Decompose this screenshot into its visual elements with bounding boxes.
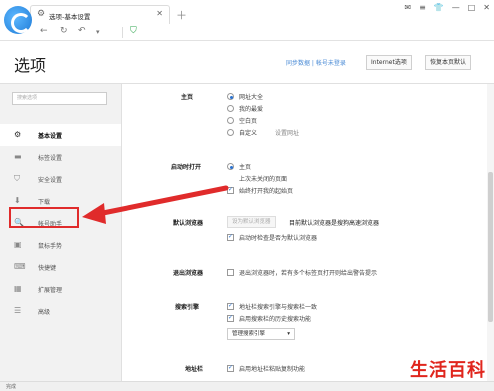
window-controls: ✉ ≡ 👕 — □ ✕ bbox=[404, 3, 490, 12]
address-bar-label: 地址栏 bbox=[185, 366, 204, 373]
manage-search-label: 管理搜索引擎 bbox=[232, 331, 266, 337]
maximize-icon[interactable]: □ bbox=[468, 3, 476, 12]
menu-icon[interactable]: ≡ bbox=[419, 3, 426, 12]
startup-option-2: 上次未关闭的页面 bbox=[239, 176, 288, 183]
sidebar-item-advanced[interactable]: ☰ 高级 bbox=[0, 300, 121, 322]
list-icon: ☰ bbox=[14, 306, 22, 315]
home-radio-3[interactable] bbox=[227, 117, 234, 124]
home-section-label: 主页 bbox=[181, 94, 194, 101]
back-icon[interactable]: ← bbox=[40, 26, 48, 36]
sidebar-item-security[interactable]: ⛉ 安全设置 bbox=[0, 168, 121, 190]
minimize-icon[interactable]: — bbox=[452, 3, 460, 12]
navigation-bar: ← ↻ ↶ ▾ ⛉ bbox=[0, 24, 494, 41]
restore-defaults-button[interactable]: 恢复本页默认 bbox=[425, 55, 472, 70]
sidebar-item-label: 下载 bbox=[38, 199, 51, 206]
tab-settings[interactable]: ⚙ 选项-基本设置 ✕ bbox=[30, 5, 170, 24]
default-browser-status: 目前默认浏览器是搜狗高速浏览器 bbox=[289, 220, 380, 227]
search-engine-label: 搜索引擎 bbox=[175, 304, 200, 311]
watermark: 生活百科 bbox=[410, 360, 486, 381]
home-radio-4[interactable] bbox=[227, 129, 234, 136]
chevron-down-icon: ▾ bbox=[287, 331, 290, 337]
sidebar-item-label: 鼠标手势 bbox=[38, 243, 63, 250]
exit-warning-label: 退出浏览器时，若有多个标签页打开则给出警告提示 bbox=[239, 270, 378, 277]
sidebar-item-mouse-gestures[interactable]: ▣ 鼠标手势 bbox=[0, 234, 121, 256]
sidebar-item-extensions[interactable]: ▦ 扩展管理 bbox=[0, 278, 121, 300]
close-window-icon[interactable]: ✕ bbox=[483, 3, 490, 12]
home-option-2: 我的最爱 bbox=[239, 106, 264, 113]
sidebar-item-shortcuts[interactable]: ⌨ 快捷键 bbox=[0, 256, 121, 278]
chevron-down-icon[interactable]: ▾ bbox=[96, 28, 100, 36]
keyboard-icon: ⌨ bbox=[14, 262, 26, 271]
sidebar-item-label: 高级 bbox=[38, 309, 51, 316]
startup-option-1: 主页 bbox=[239, 164, 252, 171]
tab-title: 选项-基本设置 bbox=[49, 13, 91, 21]
manage-search-dropdown[interactable]: 管理搜索引擎 ▾ bbox=[227, 328, 295, 340]
exit-browser-label: 退出浏览器 bbox=[173, 270, 204, 277]
sync-data-link[interactable]: 同步数据 | 帐号未登录 bbox=[286, 58, 346, 67]
startup-section-label: 启动时打开 bbox=[171, 164, 202, 171]
shield-icon: ⛉ bbox=[14, 174, 20, 183]
sidebar-item-label: 扩展管理 bbox=[38, 287, 63, 294]
browser-logo bbox=[4, 6, 32, 34]
page-header: 选项 同步数据 | 帐号未登录 Internet选项 恢复本页默认 bbox=[0, 41, 494, 84]
sidebar-item-tab-settings[interactable]: ▬ 标签设置 bbox=[0, 146, 121, 168]
sidebar-item-label: 安全设置 bbox=[38, 177, 63, 184]
internet-options-button[interactable]: Internet选项 bbox=[366, 55, 412, 70]
settings-content: 主页 网址大全 我的最爱 空白页 自定义 设置网址 启动时打开 主页 上次未关闭… bbox=[123, 84, 487, 381]
puzzle-icon: ▦ bbox=[14, 284, 22, 293]
status-bar: 完成 bbox=[0, 381, 494, 391]
new-tab-icon[interactable]: ＋ bbox=[176, 7, 187, 23]
search-sync-checkbox[interactable] bbox=[227, 302, 234, 310]
close-tab-icon[interactable]: ✕ bbox=[156, 9, 163, 18]
sidebar-item-label: 标签设置 bbox=[38, 155, 63, 162]
search-sync-label: 地址栏搜索引擎与搜索栏一致 bbox=[239, 304, 318, 311]
page-title: 选项 bbox=[14, 56, 47, 75]
search-history-label: 启用搜索栏的历史搜索功能 bbox=[239, 316, 312, 323]
default-browser-label: 默认浏览器 bbox=[173, 220, 204, 227]
sidebar-item-label: 快捷键 bbox=[38, 265, 57, 272]
scrollbar[interactable] bbox=[487, 84, 494, 381]
startup-radio-1[interactable] bbox=[227, 163, 234, 170]
address-paste-checkbox[interactable] bbox=[227, 364, 234, 372]
check-default-checkbox[interactable] bbox=[227, 233, 234, 241]
skin-icon[interactable]: 👕 bbox=[434, 3, 444, 12]
nav-divider bbox=[122, 27, 123, 38]
undo-icon[interactable]: ↶ bbox=[78, 26, 86, 36]
settings-sidebar: 搜索选项 ⚙ 基本设置 ▬ 标签设置 ⛉ 安全设置 ⬇ 下载 🔍 帐号助手 ▣ … bbox=[0, 84, 122, 381]
home-option-3: 空白页 bbox=[239, 118, 258, 125]
search-history-checkbox[interactable] bbox=[227, 314, 234, 322]
gear-icon: ⚙ bbox=[14, 130, 22, 139]
exit-warning-checkbox[interactable] bbox=[227, 269, 234, 276]
refresh-icon[interactable]: ↻ bbox=[60, 26, 68, 36]
set-default-button[interactable]: 设为默认浏览器 bbox=[227, 216, 276, 228]
scroll-thumb[interactable] bbox=[488, 172, 493, 322]
mail-icon[interactable]: ✉ bbox=[404, 3, 411, 12]
download-icon: ⬇ bbox=[14, 196, 21, 205]
gear-icon: ⚙ bbox=[37, 9, 46, 19]
highlight-box bbox=[9, 207, 79, 228]
search-input[interactable]: 搜索选项 bbox=[12, 92, 107, 105]
always-open-label: 始终打开我的起始页 bbox=[239, 188, 294, 195]
check-default-label: 启动时检查是否为默认浏览器 bbox=[239, 235, 318, 242]
status-text: 完成 bbox=[6, 384, 17, 390]
always-open-checkbox[interactable] bbox=[227, 186, 234, 194]
sidebar-item-basic-settings[interactable]: ⚙ 基本设置 bbox=[0, 124, 121, 146]
tab-icon: ▬ bbox=[14, 152, 22, 161]
home-option-4: 自定义 bbox=[239, 130, 258, 137]
address-paste-label: 启用地址栏粘贴复制功能 bbox=[239, 366, 306, 373]
home-option-1: 网址大全 bbox=[239, 94, 264, 101]
sidebar-item-label: 基本设置 bbox=[38, 133, 63, 140]
title-bar: ⚙ 选项-基本设置 ✕ ＋ ✉ ≡ 👕 — □ ✕ bbox=[0, 0, 494, 24]
set-url-link[interactable]: 设置网址 bbox=[275, 128, 299, 137]
mouse-icon: ▣ bbox=[14, 240, 22, 249]
home-radio-2[interactable] bbox=[227, 105, 234, 112]
home-radio-1[interactable] bbox=[227, 93, 234, 100]
shield-check-icon: ⛉ bbox=[130, 26, 137, 36]
